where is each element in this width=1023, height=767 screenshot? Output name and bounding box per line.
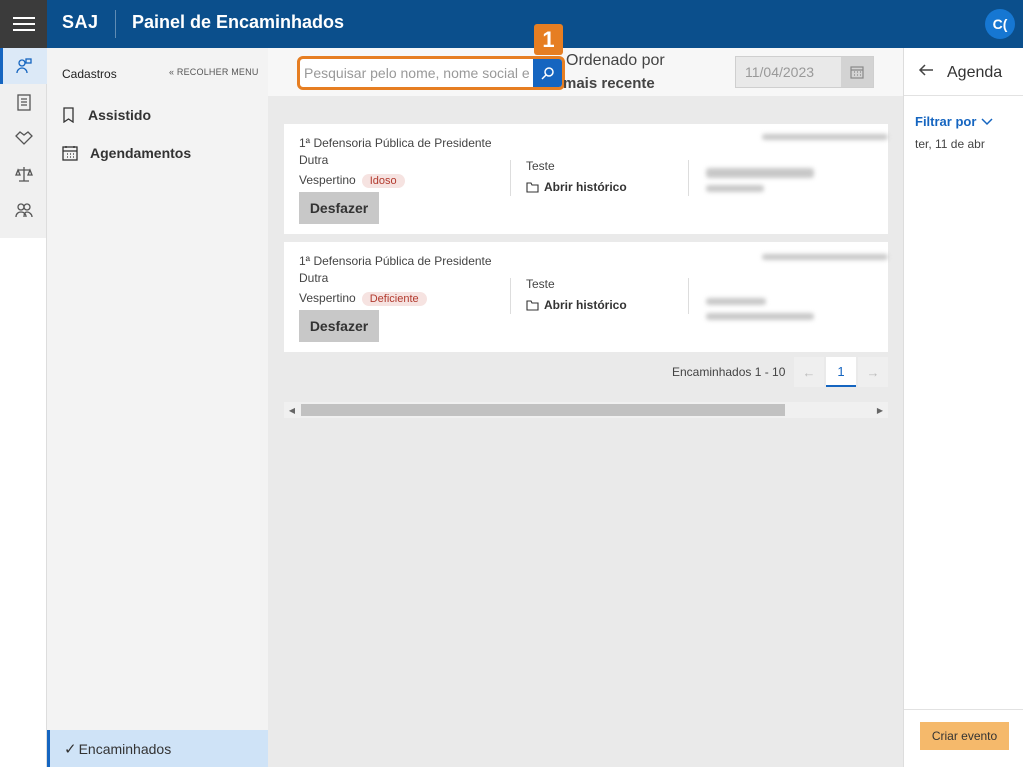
- pagination-label: Encaminhados 1 - 10: [672, 365, 786, 379]
- previous-page-button[interactable]: ←: [794, 357, 824, 387]
- calendar-icon: [62, 146, 78, 161]
- status-badge: Deficiente: [361, 292, 427, 306]
- page-title: Painel de Encaminhados: [132, 12, 345, 32]
- rail-item-cadastros[interactable]: [0, 48, 47, 84]
- blurred-text: [762, 254, 888, 260]
- back-arrow-icon[interactable]: [918, 62, 934, 83]
- rail-item-clipboard[interactable]: [0, 84, 47, 120]
- side-menu-item-label: Assistido: [88, 107, 152, 123]
- check-icon: ✓: [64, 740, 77, 758]
- open-history-link[interactable]: Abrir histórico: [526, 180, 627, 194]
- blurred-text: [706, 185, 764, 192]
- agenda-footer: Criar evento: [904, 709, 1023, 767]
- next-page-button[interactable]: →: [858, 357, 888, 387]
- side-menu-item-encaminhados[interactable]: ✓ Encaminhados: [47, 730, 268, 767]
- collapse-menu-label: RECOLHER MENU: [176, 67, 259, 77]
- toolbar: Ordenado por mais recente 11/04/2023: [268, 48, 903, 96]
- chevron-down-icon: [981, 117, 993, 125]
- status-badge: Idoso: [361, 174, 405, 188]
- side-menu-item-label: Encaminhados: [78, 740, 172, 757]
- date-picker[interactable]: 11/04/2023: [735, 56, 874, 88]
- shift-line: Vespertino Deficiente: [299, 291, 427, 306]
- filter-dropdown[interactable]: Filtrar por: [915, 114, 993, 129]
- handshake-icon: [14, 131, 33, 145]
- date-value: 11/04/2023: [745, 64, 815, 80]
- group-icon: [14, 203, 33, 218]
- agenda-header: Agenda: [904, 48, 1023, 96]
- scroll-left-icon[interactable]: ◀: [284, 402, 300, 418]
- subject-label: Teste: [526, 159, 555, 173]
- card-divider: [688, 278, 689, 314]
- subject-label: Teste: [526, 277, 555, 291]
- step-badge: 1: [534, 24, 563, 55]
- rail-item-group[interactable]: [0, 192, 47, 228]
- folder-icon: [526, 299, 539, 311]
- bookmark-icon: [63, 107, 74, 123]
- create-event-button[interactable]: Criar evento: [920, 722, 1009, 750]
- side-menu-item-assistido[interactable]: Assistido: [62, 104, 151, 126]
- agenda-title: Agenda: [947, 64, 1003, 81]
- blurred-text: [706, 168, 814, 178]
- open-history-link[interactable]: Abrir histórico: [526, 298, 627, 312]
- open-history-label: Abrir histórico: [544, 298, 627, 312]
- side-menu-title: Cadastros: [62, 67, 117, 81]
- blurred-text: [762, 134, 888, 140]
- order-label: Ordenado por: [566, 52, 665, 69]
- side-menu-item-label: Agendamentos: [90, 145, 192, 161]
- search-input[interactable]: [304, 62, 536, 84]
- shift-line: Vespertino Idoso: [299, 173, 405, 188]
- brand-divider: [115, 10, 116, 38]
- rail-item-scales[interactable]: [0, 156, 47, 192]
- scales-icon: [14, 167, 33, 182]
- referral-card: 1ª Defensoria Pública de Presidente Dutr…: [284, 242, 888, 352]
- shift-label: Vespertino: [299, 291, 356, 305]
- search-icon: [540, 67, 554, 80]
- open-history-label: Abrir histórico: [544, 180, 627, 194]
- agenda-date: ter, 11 de abr: [915, 137, 985, 151]
- office-name: 1ª Defensoria Pública de Presidente: [299, 254, 492, 268]
- shift-label: Vespertino: [299, 173, 356, 187]
- brand-logo[interactable]: SAJ: [62, 12, 99, 33]
- rail-background: [0, 238, 47, 767]
- side-menu-item-agendamentos[interactable]: Agendamentos: [62, 142, 191, 164]
- search-box: [297, 56, 565, 90]
- order-value[interactable]: mais recente: [563, 75, 655, 92]
- scrollbar-thumb[interactable]: [301, 404, 785, 416]
- card-divider: [688, 160, 689, 196]
- agenda-panel: Agenda Filtrar por ter, 11 de abr Criar …: [903, 48, 1023, 767]
- card-divider: [510, 278, 511, 314]
- referral-card: 1ª Defensoria Pública de Presidente Dutr…: [284, 124, 888, 234]
- filter-label: Filtrar por: [915, 114, 977, 129]
- horizontal-scrollbar[interactable]: ◀ ▶: [284, 402, 888, 418]
- rail-item-handshake[interactable]: [0, 120, 47, 156]
- side-menu: Cadastros « RECOLHER MENU Assistido Agen…: [47, 48, 268, 767]
- office-name: 1ª Defensoria Pública de Presidente: [299, 136, 492, 150]
- calendar-icon: [850, 66, 864, 79]
- card-divider: [510, 160, 511, 196]
- search-button[interactable]: [533, 59, 562, 87]
- user-avatar[interactable]: C(: [985, 9, 1015, 39]
- assisted-person-icon: [15, 58, 32, 74]
- office-name-cont: Dutra: [299, 153, 329, 167]
- icon-rail: [0, 48, 47, 238]
- office-name-cont: Dutra: [299, 271, 329, 285]
- hamburger-menu-icon[interactable]: [0, 0, 47, 48]
- date-picker-button[interactable]: [841, 57, 873, 87]
- undo-button[interactable]: Desfazer: [299, 192, 379, 224]
- folder-icon: [526, 181, 539, 193]
- collapse-menu-button[interactable]: « RECOLHER MENU: [169, 67, 259, 77]
- page-number-button[interactable]: 1: [826, 357, 856, 387]
- blurred-text: [706, 313, 814, 320]
- top-bar: SAJ Painel de Encaminhados C(: [0, 0, 1023, 48]
- clipboard-icon: [16, 94, 31, 111]
- undo-button[interactable]: Desfazer: [299, 310, 379, 342]
- scroll-right-icon[interactable]: ▶: [872, 402, 888, 418]
- blurred-text: [706, 298, 766, 305]
